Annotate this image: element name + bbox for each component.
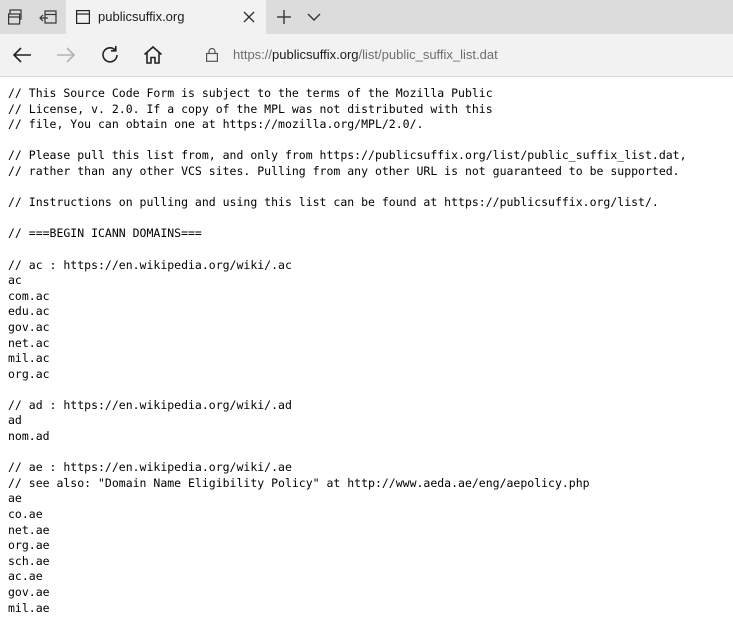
text-line <box>8 180 733 196</box>
tab-actions-button[interactable] <box>0 0 32 34</box>
text-line: mil.ae <box>8 600 50 615</box>
tab-list-button[interactable] <box>298 0 330 34</box>
text-line <box>8 242 733 258</box>
close-icon[interactable] <box>242 10 256 24</box>
text-line <box>8 382 733 398</box>
text-line: edu.ac <box>8 304 50 319</box>
text-line: // Please pull this list from, and only … <box>8 148 687 163</box>
tab-title: publicsuffix.org <box>98 9 185 24</box>
new-tab-button[interactable] <box>268 0 300 34</box>
tab-strip: publicsuffix.org <box>0 0 733 35</box>
text-line: ac <box>8 273 22 288</box>
set-aside-tabs-button[interactable] <box>32 0 64 34</box>
text-line: net.ae <box>8 522 50 537</box>
home-button[interactable] <box>137 39 169 71</box>
plus-icon <box>277 10 291 24</box>
text-line: // ===BEGIN ICANN DOMAINS=== <box>8 226 202 241</box>
text-line <box>8 133 733 149</box>
refresh-button[interactable] <box>94 39 126 71</box>
text-line: // file, You can obtain one at https://m… <box>8 117 424 132</box>
navigation-bar: https://publicsuffix.org/list/public_suf… <box>0 34 733 77</box>
address-bar[interactable]: https://publicsuffix.org/list/public_suf… <box>194 39 733 71</box>
home-icon <box>143 45 163 64</box>
text-line: gov.ae <box>8 585 50 599</box>
forward-button[interactable] <box>50 39 82 71</box>
refresh-icon <box>102 46 118 63</box>
text-line: // ae : https://en.wikipedia.org/wiki/.a… <box>8 460 292 475</box>
text-line: ad <box>8 413 22 428</box>
set-aside-tabs-icon <box>39 10 57 24</box>
page-favicon-icon <box>76 10 90 24</box>
url-path: /list/public_suffix_list.dat <box>358 47 498 62</box>
text-line: // License, v. 2.0. If a copy of the MPL… <box>8 101 493 116</box>
text-line: net.ac <box>8 335 50 350</box>
text-line: com.ac <box>8 288 50 303</box>
text-line: co.ae <box>8 507 43 522</box>
text-line: ac.ae <box>8 569 43 584</box>
text-line: // rather than any other VCS sites. Pull… <box>8 163 680 178</box>
text-line: // ad : https://en.wikipedia.org/wiki/.a… <box>8 397 292 412</box>
text-line: sch.ae <box>8 553 50 568</box>
address-url[interactable]: https://publicsuffix.org/list/public_suf… <box>233 47 498 62</box>
tab-actions-icon <box>8 9 22 25</box>
chevron-down-icon <box>307 13 321 21</box>
url-host: publicsuffix.org <box>272 47 359 62</box>
text-line: gov.ac <box>8 319 50 334</box>
text-line: mil.ac <box>8 351 50 366</box>
back-button[interactable] <box>6 39 38 71</box>
text-line <box>8 211 733 227</box>
text-line: org.ac <box>8 366 50 381</box>
text-line: // see also: "Domain Name Eligibility Po… <box>8 475 590 490</box>
url-scheme: https:// <box>233 47 273 62</box>
back-arrow-icon <box>12 47 31 63</box>
text-line: // This Source Code Form is subject to t… <box>8 86 493 100</box>
text-line: nom.ad <box>8 429 50 444</box>
active-tab[interactable]: publicsuffix.org <box>66 0 266 35</box>
text-line: // ac : https://en.wikipedia.org/wiki/.a… <box>8 257 292 272</box>
text-line: // Instructions on pulling and using thi… <box>8 195 659 210</box>
text-line: ae <box>8 491 22 506</box>
text-line: org.ae <box>8 538 50 553</box>
text-line <box>8 445 733 461</box>
forward-arrow-icon <box>57 47 76 63</box>
lock-icon <box>206 47 218 62</box>
document-text: // This Source Code Form is subject to t… <box>8 86 733 616</box>
